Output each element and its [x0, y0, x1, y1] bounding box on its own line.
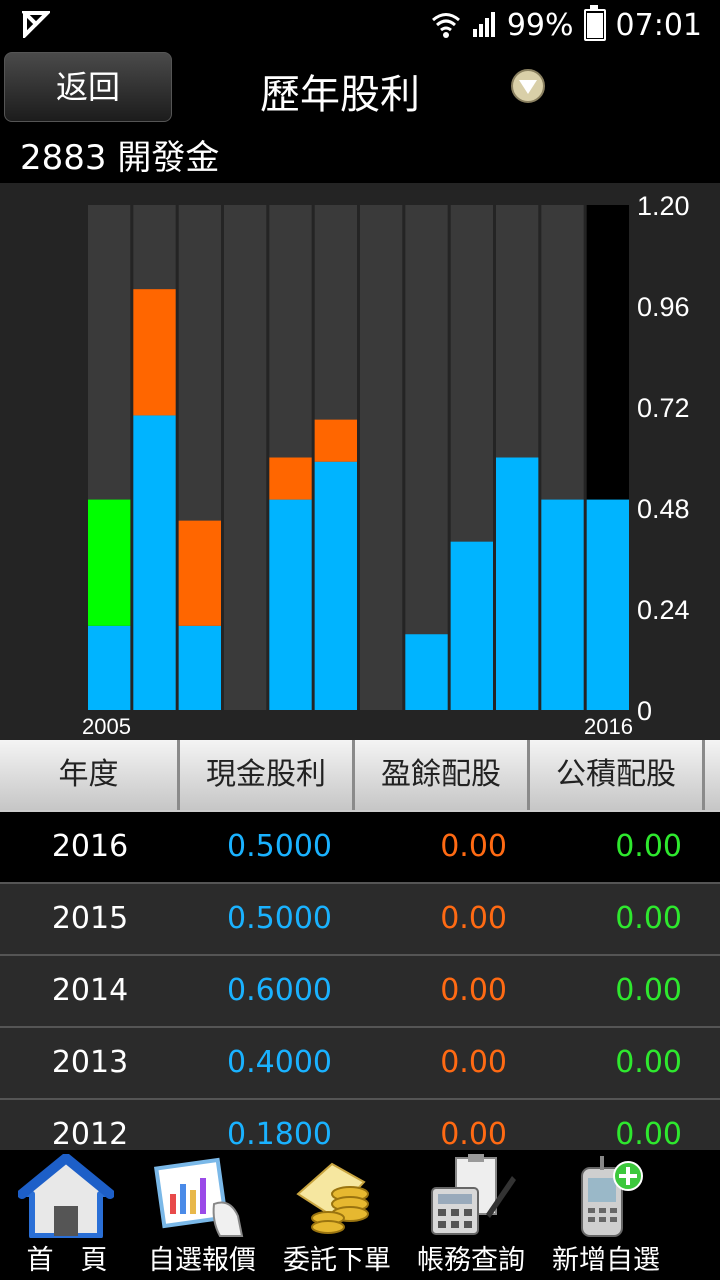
dividend-chart-svg: 1.20 0.96 0.72 0.48 0.24 0 2005 2016	[82, 191, 690, 739]
cell-year: 2014	[51, 973, 129, 1008]
cell-capital: 0.00	[615, 1117, 682, 1150]
nav-label: 帳務查詢	[417, 1245, 525, 1276]
bar-segment-2007	[178, 625, 221, 710]
nav-account[interactable]: 帳務查詢	[404, 1150, 538, 1280]
cell-stock: 0.00	[440, 1117, 507, 1150]
y-tick-label: 0.72	[637, 393, 690, 423]
y-tick-label: 1.20	[637, 191, 690, 221]
bar-segment-2007	[178, 520, 221, 626]
back-button[interactable]: 返回	[4, 52, 172, 122]
bottom-nav: 首 頁 自選報價 委託下單 帳務查詢 新增自選	[0, 1150, 720, 1280]
battery-icon	[583, 5, 606, 41]
cell-stock: 0.00	[440, 901, 507, 936]
bar-segment-2012	[405, 634, 448, 710]
dividend-chart: 1.20 0.96 0.72 0.48 0.24 0 2005 2016	[0, 183, 720, 740]
nav-label: 委託下單	[283, 1245, 391, 1276]
status-bar: 99% 07:01	[0, 0, 720, 50]
bar-segment-2013	[450, 541, 493, 710]
bar-segment-2005	[88, 625, 131, 710]
col-header-capital: 公積配股	[530, 740, 705, 810]
nav-label: 首 頁	[26, 1245, 108, 1276]
bar-segment-2006	[133, 289, 176, 416]
nav-watchlist[interactable]: 自選報價	[134, 1150, 270, 1280]
page-title: 歷年股利	[260, 72, 420, 118]
cell-year: 2015	[51, 901, 129, 936]
dropdown-icon[interactable]	[510, 68, 546, 104]
x-label-first: 2005	[82, 714, 131, 739]
calculator-icon	[431, 1154, 516, 1235]
nav-label: 新增自選	[552, 1245, 660, 1276]
battery-percent: 99%	[506, 7, 574, 43]
bar-segment-2005	[88, 499, 131, 626]
y-tick-label: 0.24	[637, 595, 690, 625]
y-tick-label: 0.48	[637, 494, 690, 524]
add-phone-icon	[581, 1156, 643, 1237]
col-header-stock: 盈餘配股	[355, 740, 530, 810]
cell-cash: 0.1800	[227, 1117, 332, 1150]
bar-segment-2009	[269, 457, 312, 500]
col-header-spacer	[705, 740, 720, 810]
bar-segment-2006	[133, 415, 176, 710]
cell-year: 2016	[51, 829, 129, 864]
cell-cash: 0.5000	[227, 829, 332, 864]
bar-segment-2015	[541, 499, 584, 710]
home-icon	[18, 1154, 114, 1238]
table-row[interactable]: 2012 0.1800 0.00 0.00	[0, 1100, 720, 1150]
nav-home[interactable]: 首 頁	[0, 1150, 134, 1280]
col-header-cash: 現金股利	[180, 740, 355, 810]
bar-background	[224, 205, 267, 710]
header-bar: 返回 歷年股利	[0, 50, 720, 130]
signal-icon	[472, 12, 495, 37]
nav-order[interactable]: 委託下單	[270, 1150, 404, 1280]
dividend-table[interactable]: 2016 0.5000 0.00 0.00 2015 0.5000 0.00 0…	[0, 812, 720, 1150]
cell-stock: 0.00	[440, 973, 507, 1008]
status-time: 07:01	[615, 7, 702, 43]
bar-segment-2010	[314, 461, 357, 710]
app-notification-icon	[22, 11, 50, 38]
cell-cash: 0.4000	[227, 1045, 332, 1080]
stock-label: 2883 開發金	[20, 138, 220, 178]
cell-year: 2013	[51, 1045, 129, 1080]
cell-capital: 0.00	[615, 829, 682, 864]
bar-segment-2016	[586, 499, 629, 710]
cell-cash: 0.5000	[227, 901, 332, 936]
table-row[interactable]: 2014 0.6000 0.00 0.00	[0, 956, 720, 1028]
cell-capital: 0.00	[615, 973, 682, 1008]
bar-background	[360, 205, 403, 710]
y-tick-label: 0	[637, 696, 652, 726]
table-row[interactable]: 2013 0.4000 0.00 0.00	[0, 1028, 720, 1100]
bar-segment-2014	[496, 457, 539, 710]
chart-hand-icon	[154, 1157, 244, 1237]
nav-label: 自選報價	[148, 1245, 256, 1276]
table-row[interactable]: 2015 0.5000 0.00 0.00	[0, 884, 720, 956]
cell-cash: 0.6000	[227, 973, 332, 1008]
bar-segment-2009	[269, 499, 312, 710]
table-header: 年度 現金股利 盈餘配股 公積配股	[0, 740, 720, 812]
cell-year: 2012	[51, 1117, 129, 1150]
cell-stock: 0.00	[440, 829, 507, 864]
x-label-last: 2016	[584, 714, 633, 739]
bar-segment-2010	[314, 419, 357, 462]
cell-stock: 0.00	[440, 1045, 507, 1080]
cell-capital: 0.00	[615, 901, 682, 936]
coins-icon	[296, 1162, 369, 1234]
col-header-year: 年度	[0, 740, 180, 810]
y-tick-label: 0.96	[637, 292, 690, 322]
cell-capital: 0.00	[615, 1045, 682, 1080]
nav-add-watchlist[interactable]: 新增自選	[538, 1150, 674, 1280]
table-row[interactable]: 2016 0.5000 0.00 0.00	[0, 812, 720, 884]
wifi-icon	[431, 13, 460, 38]
